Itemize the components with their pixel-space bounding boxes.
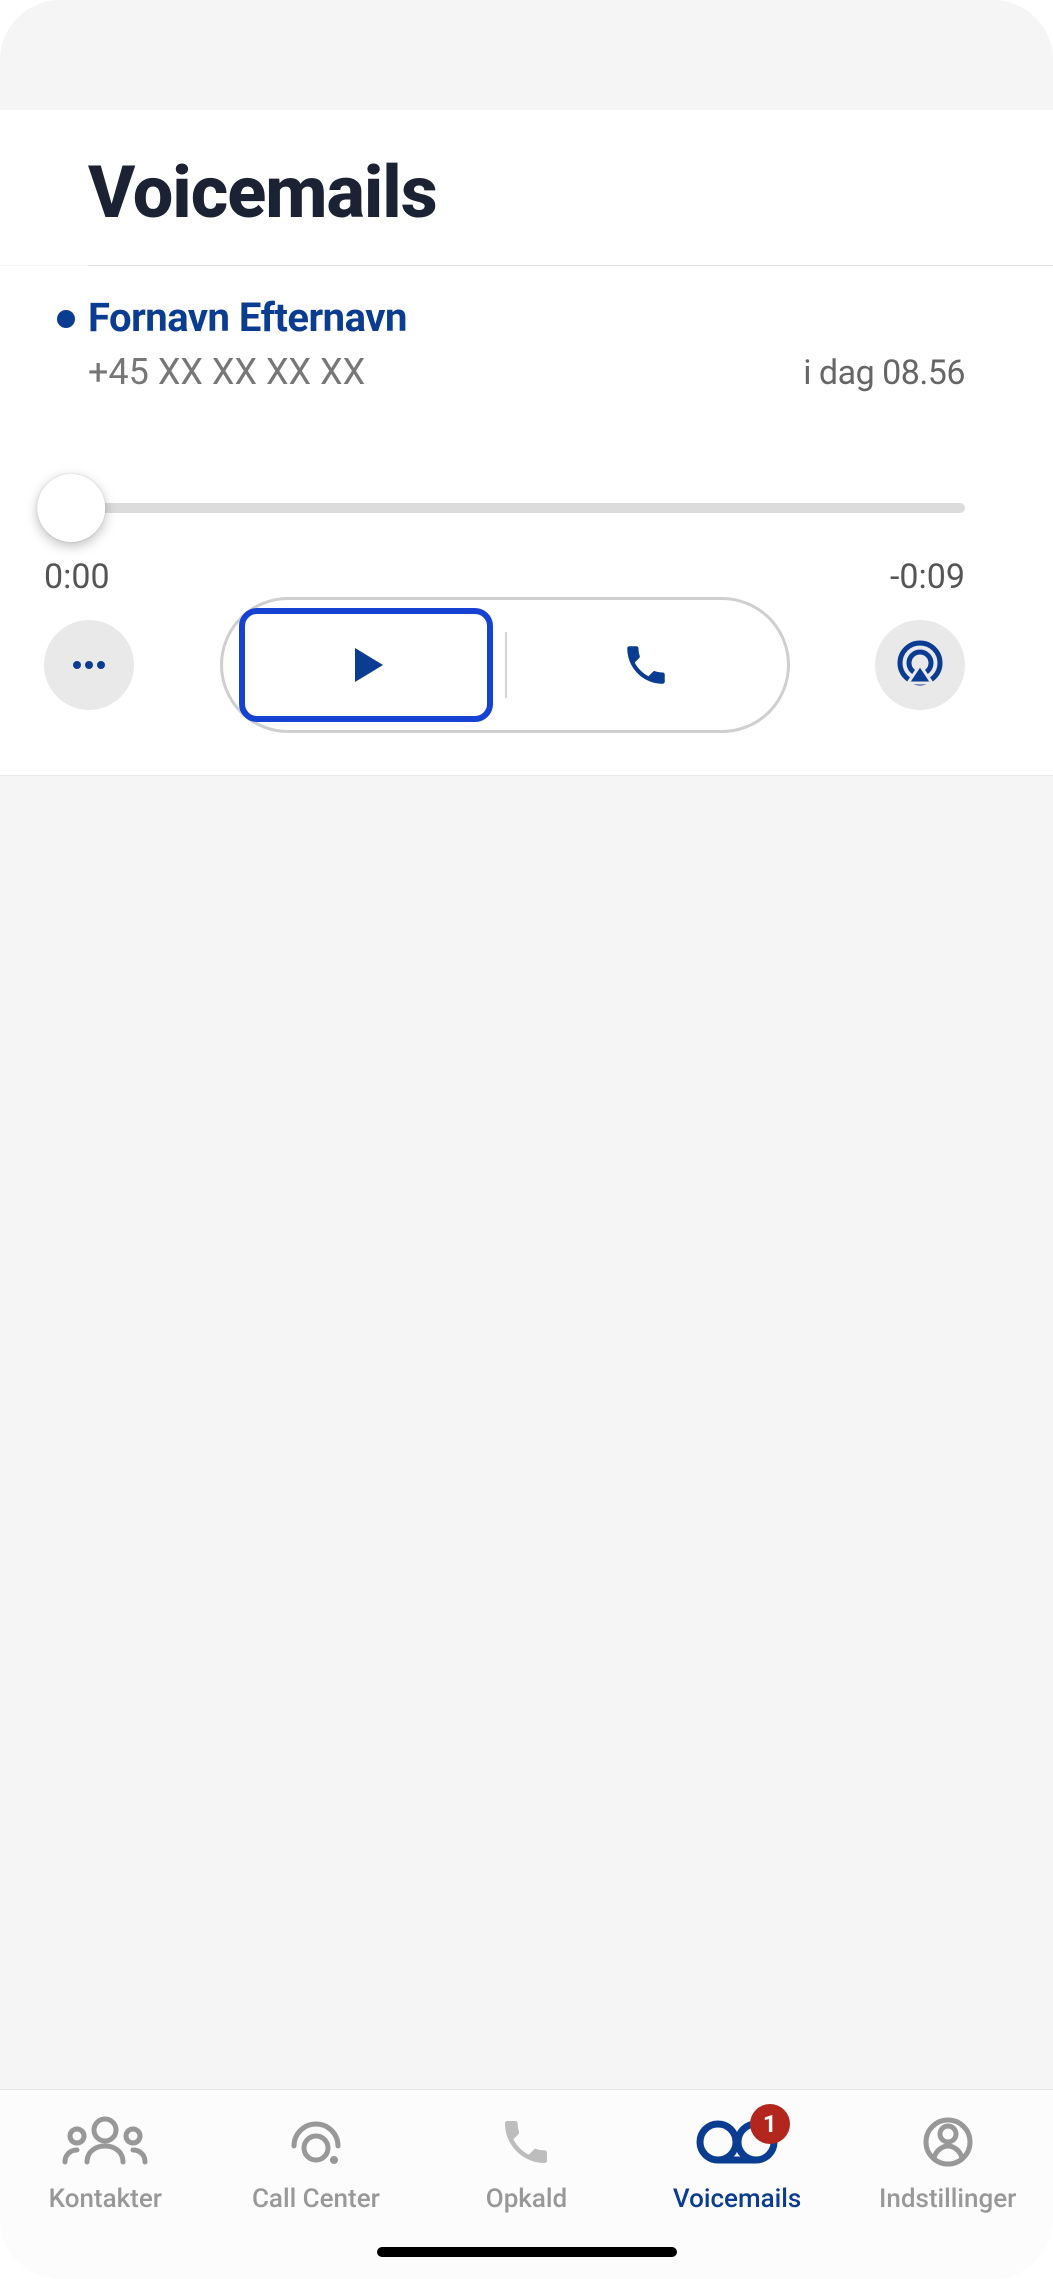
voicemail-meta-row: +45 XX XX XX XX i dag 08.56	[88, 351, 965, 393]
calls-icon	[498, 2110, 554, 2174]
content-area: Voicemails Fornavn Efternavn +45 XX XX X…	[0, 110, 1053, 2089]
play-button[interactable]	[239, 608, 493, 722]
tab-voicemails-label: Voicemails	[673, 2184, 801, 2214]
pill-divider	[505, 632, 507, 698]
tab-callcenter-label: Call Center	[252, 2184, 380, 2214]
tab-calls-label: Opkald	[486, 2184, 567, 2214]
player-controls	[44, 597, 965, 733]
voicemails-badge: 1	[750, 2104, 790, 2144]
play-call-pill	[220, 597, 790, 733]
tab-settings-label: Indstillinger	[879, 2184, 1016, 2214]
voicemail-item[interactable]: Fornavn Efternavn +45 XX XX XX XX i dag …	[0, 266, 1053, 775]
unread-dot-icon	[57, 310, 75, 328]
voicemail-text-block: Fornavn Efternavn +45 XX XX XX XX i dag …	[88, 294, 965, 393]
elapsed-time: 0:00	[44, 557, 110, 597]
contacts-icon	[57, 2110, 153, 2174]
unread-indicator-column	[44, 294, 88, 328]
voicemail-header: Fornavn Efternavn +45 XX XX XX XX i dag …	[44, 294, 965, 393]
voicemail-player: 0:00 -0:09	[44, 503, 965, 733]
playback-slider[interactable]	[44, 503, 965, 513]
settings-icon	[920, 2110, 976, 2174]
empty-area	[0, 775, 1053, 2089]
play-icon	[339, 638, 393, 692]
tab-settings[interactable]: Indstillinger	[842, 2110, 1053, 2279]
voicemail-timestamp: i dag 08.56	[803, 353, 965, 393]
airplay-icon	[894, 639, 946, 691]
page-title: Voicemails	[0, 110, 1053, 265]
home-indicator[interactable]	[377, 2247, 677, 2257]
phone-icon	[621, 640, 671, 690]
more-icon	[67, 643, 111, 687]
playback-thumb[interactable]	[37, 474, 105, 542]
callcenter-icon	[284, 2110, 348, 2174]
audio-output-button[interactable]	[875, 620, 965, 710]
callback-button[interactable]	[505, 600, 787, 730]
caller-number: +45 XX XX XX XX	[88, 351, 365, 393]
status-bar	[0, 0, 1053, 110]
caller-name: Fornavn Efternavn	[88, 294, 965, 341]
device-frame: Voicemails Fornavn Efternavn +45 XX XX X…	[0, 0, 1053, 2279]
tab-contacts[interactable]: Kontakter	[0, 2110, 211, 2279]
more-button[interactable]	[44, 620, 134, 710]
playback-times: 0:00 -0:09	[44, 557, 965, 597]
remaining-time: -0:09	[890, 557, 965, 597]
tab-contacts-label: Kontakter	[49, 2184, 162, 2214]
